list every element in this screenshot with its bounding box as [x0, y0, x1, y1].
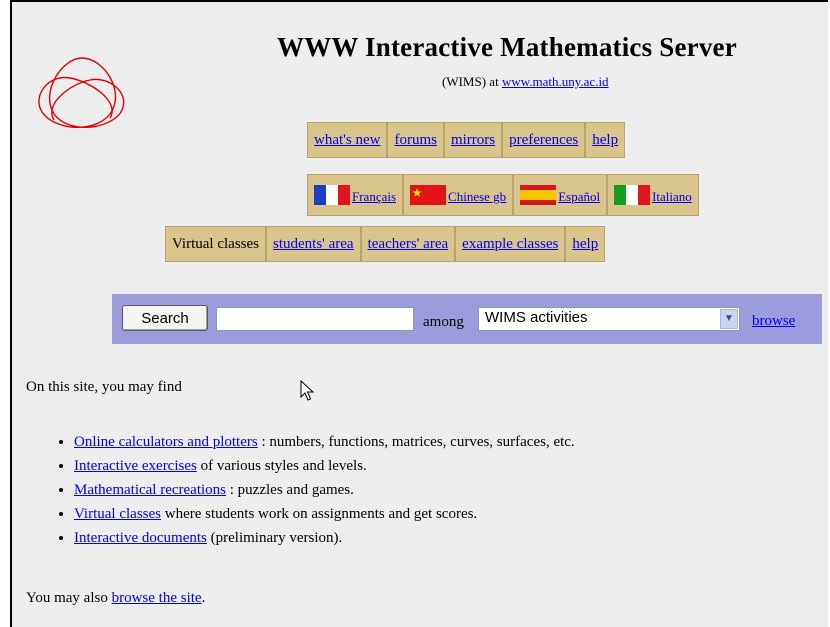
lang-spanish[interactable]: Español	[558, 189, 600, 204]
lang-spanish-cell: Español	[513, 174, 608, 216]
nav-forums[interactable]: forums	[394, 132, 437, 148]
nav-preferences-cell: preferences	[502, 122, 586, 158]
link-online-calculators[interactable]: Online calculators and plotters	[74, 434, 258, 450]
list-item-text: : numbers, functions, matrices, curves, …	[257, 434, 575, 450]
page: WWW Interactive Mathematics Server (WIMS…	[10, 0, 828, 627]
nav-whats-new[interactable]: what's new	[314, 132, 380, 148]
search-bar: Search among WIMS activities ▼ browse	[112, 294, 822, 344]
classes-help-cell: help	[565, 226, 606, 262]
link-virtual-classes[interactable]: Virtual classes	[74, 506, 161, 522]
link-interactive-exercises[interactable]: Interactive exercises	[74, 458, 197, 474]
feature-list: Online calculators and plotters : number…	[26, 430, 575, 550]
intro-text: On this site, you may find	[26, 379, 182, 395]
example-classes-cell: example classes	[455, 226, 566, 262]
nav-mirrors-cell: mirrors	[443, 122, 503, 158]
teachers-area-cell: teachers' area	[360, 226, 456, 262]
language-nav: Français Chinese gb Español Italiano	[307, 174, 699, 216]
nav-students-area[interactable]: students' area	[273, 236, 354, 252]
list-item: Interactive exercises of various styles …	[74, 454, 575, 478]
list-item-text: : puzzles and games.	[226, 482, 354, 498]
list-item-text: where students work on assignments and g…	[161, 506, 478, 522]
french-flag-icon	[314, 185, 350, 205]
nav-preferences[interactable]: preferences	[509, 132, 578, 148]
search-input[interactable]	[216, 307, 414, 331]
list-item: Interactive documents (preliminary versi…	[74, 526, 575, 550]
italian-flag-icon	[614, 185, 651, 205]
lang-french-cell: Français	[307, 174, 404, 216]
students-area-cell: students' area	[266, 226, 361, 262]
browse-site-link[interactable]: browse the site	[112, 590, 202, 606]
top-nav: what's new forums mirrors preferences he…	[307, 122, 626, 158]
nav-help-cell: help	[585, 122, 626, 158]
among-label: among	[423, 314, 464, 330]
lang-italian-cell: Italiano	[607, 174, 699, 216]
link-interactive-documents[interactable]: Interactive documents	[74, 530, 207, 546]
nav-teachers-area[interactable]: teachers' area	[368, 236, 449, 252]
list-item: Mathematical recreations : puzzles and g…	[74, 478, 575, 502]
lang-italian[interactable]: Italiano	[652, 189, 692, 204]
subtitle-prefix: (WIMS) at	[442, 74, 502, 89]
nav-example-classes[interactable]: example classes	[462, 236, 558, 252]
link-mathematical-recreations[interactable]: Mathematical recreations	[74, 482, 226, 498]
nav-whats-new-cell: what's new	[307, 122, 388, 158]
browse-site-text: You may also browse the site.	[26, 590, 205, 607]
nav-forums-cell: forums	[387, 122, 444, 158]
list-item: Virtual classes where students work on a…	[74, 502, 575, 526]
site-link[interactable]: www.math.uny.ac.id	[502, 74, 609, 89]
spanish-flag-icon	[520, 185, 557, 205]
search-scope-value: WIMS activities	[485, 309, 588, 326]
chinese-flag-icon	[410, 185, 447, 205]
chevron-down-icon[interactable]: ▼	[720, 309, 738, 329]
classes-nav: Virtual classes students' area teachers'…	[165, 226, 606, 262]
page-title: WWW Interactive Mathematics Server	[277, 32, 737, 62]
search-button[interactable]: Search	[122, 305, 208, 331]
browse-link[interactable]: browse	[752, 313, 795, 330]
list-item-text: of various styles and levels.	[196, 458, 367, 474]
mouse-pointer-icon	[300, 380, 314, 401]
list-item-text: (preliminary version).	[206, 530, 343, 546]
nav-help[interactable]: help	[592, 132, 618, 148]
search-scope-select[interactable]: WIMS activities ▼	[478, 307, 740, 331]
also-prefix: You may also	[26, 590, 112, 606]
nav-classes-help[interactable]: help	[572, 236, 598, 252]
list-item: Online calculators and plotters : number…	[74, 430, 575, 454]
lang-chinese[interactable]: Chinese gb	[448, 189, 506, 204]
virtual-classes-label: Virtual classes	[165, 226, 266, 262]
lang-chinese-cell: Chinese gb	[403, 174, 514, 216]
subtitle: (WIMS) at www.math.uny.ac.id	[442, 74, 609, 90]
wims-logo-icon	[38, 57, 125, 128]
lang-french[interactable]: Français	[352, 189, 396, 204]
also-suffix: .	[201, 590, 206, 606]
nav-mirrors[interactable]: mirrors	[451, 132, 495, 148]
